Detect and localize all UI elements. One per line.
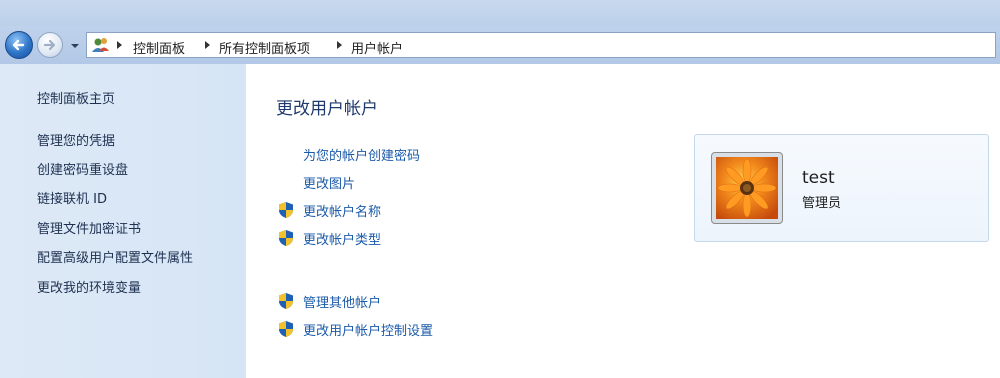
page-title: 更改用户帐户 bbox=[276, 99, 378, 119]
manage-other-accounts-link[interactable]: 管理其他帐户 bbox=[303, 292, 381, 311]
back-arrow-icon bbox=[12, 39, 25, 51]
breadcrumb-arrow-icon[interactable] bbox=[117, 41, 122, 49]
back-button[interactable] bbox=[5, 31, 33, 59]
breadcrumb-control-panel[interactable]: 控制面板 bbox=[133, 38, 185, 57]
user-accounts-icon bbox=[92, 38, 109, 52]
orange-flower-picture bbox=[716, 157, 778, 219]
user-account-card: test 管理员 bbox=[694, 134, 989, 242]
create-password-link[interactable]: 为您的帐户创建密码 bbox=[303, 145, 420, 164]
change-account-name-link[interactable]: 更改帐户名称 bbox=[303, 201, 381, 220]
sidebar-item-link-online-id[interactable]: 链接联机 ID bbox=[37, 188, 107, 207]
navigation-bar: 控制面板 所有控制面板项 用户帐户 bbox=[0, 26, 1000, 64]
sidebar-item-manage-credentials[interactable]: 管理您的凭据 bbox=[37, 130, 115, 149]
uac-settings-link[interactable]: 更改用户帐户控制设置 bbox=[303, 320, 433, 339]
uac-shield-icon bbox=[279, 230, 293, 246]
chevron-down-icon bbox=[71, 44, 79, 48]
recent-pages-dropdown[interactable] bbox=[69, 40, 81, 50]
sidebar: 控制面板主页 管理您的凭据 创建密码重设盘 链接联机 ID 管理文件加密证书 配… bbox=[0, 64, 246, 378]
breadcrumb-arrow-icon[interactable] bbox=[205, 41, 210, 49]
avatar[interactable] bbox=[711, 152, 783, 224]
breadcrumb-all-items[interactable]: 所有控制面板项 bbox=[219, 38, 310, 57]
breadcrumb-user-accounts[interactable]: 用户帐户 bbox=[351, 38, 403, 57]
uac-shield-icon bbox=[279, 293, 293, 309]
uac-shield-icon bbox=[279, 202, 293, 218]
address-bar[interactable]: 控制面板 所有控制面板项 用户帐户 bbox=[86, 32, 996, 58]
change-picture-link[interactable]: 更改图片 bbox=[303, 173, 355, 192]
forward-button[interactable] bbox=[37, 32, 63, 58]
sidebar-item-encryption-certificates[interactable]: 管理文件加密证书 bbox=[37, 218, 141, 237]
breadcrumb-arrow-icon[interactable] bbox=[337, 41, 342, 49]
user-name: test bbox=[802, 168, 835, 188]
uac-shield-icon bbox=[279, 321, 293, 337]
sidebar-item-environment-variables[interactable]: 更改我的环境变量 bbox=[37, 277, 141, 296]
sidebar-item-control-panel-home[interactable]: 控制面板主页 bbox=[37, 88, 115, 107]
window-title-bar bbox=[0, 0, 1000, 26]
sidebar-item-profile-properties[interactable]: 配置高级用户配置文件属性 bbox=[37, 247, 193, 266]
user-role: 管理员 bbox=[802, 196, 842, 211]
change-account-type-link[interactable]: 更改帐户类型 bbox=[303, 229, 381, 248]
sidebar-item-create-reset-disk[interactable]: 创建密码重设盘 bbox=[37, 159, 128, 178]
forward-arrow-icon bbox=[43, 39, 56, 51]
